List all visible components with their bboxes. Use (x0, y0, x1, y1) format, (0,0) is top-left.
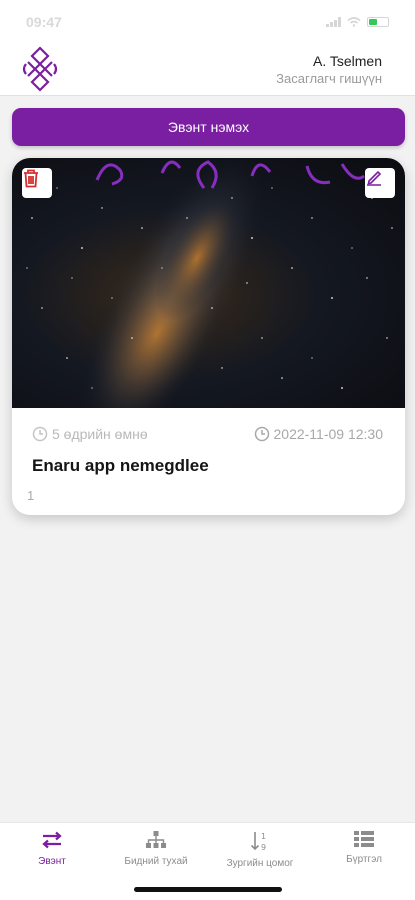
event-datetime-text: 2022-11-09 12:30 (273, 426, 384, 442)
status-indicators (326, 17, 389, 27)
sort-numeric-icon: 1 9 (250, 832, 266, 851)
endless-knot-logo-icon (22, 46, 58, 92)
event-meta: 5 өдрийн өмнө 2022-11-09 12:30 (12, 426, 405, 446)
user-role: Засаглагч гишүүн (276, 71, 382, 86)
tab-gallery[interactable]: 1 9 Зургийн цомог (208, 831, 312, 875)
svg-text:1: 1 (261, 832, 266, 841)
event-title: Enaru app nemegdlee (32, 456, 209, 475)
status-bar: 09:47 (0, 0, 415, 44)
tab-events-label: Эвэнт (38, 856, 66, 867)
event-card[interactable]: 5 өдрийн өмнө 2022-11-09 12:30 Enaru app… (12, 158, 405, 515)
delete-button[interactable] (22, 168, 52, 198)
org-chart-icon (146, 831, 166, 848)
home-indicator (134, 887, 282, 892)
pencil-icon (367, 170, 382, 186)
event-datetime: 2022-11-09 12:30 (254, 426, 384, 442)
relative-time: 5 өдрийн өмнө (32, 426, 148, 442)
app-header: A. Tselmen Засаглагч гишүүн (0, 44, 415, 96)
signal-icon (326, 17, 341, 27)
svg-text:9: 9 (261, 843, 266, 851)
clock-icon (32, 426, 48, 442)
swap-arrows-icon (42, 831, 62, 849)
status-time: 09:47 (26, 14, 62, 30)
tab-register[interactable]: Бүртгэл (312, 831, 415, 875)
user-name: A. Tselmen (313, 53, 382, 69)
tab-about-label: Бидний тухай (124, 856, 188, 867)
tab-gallery-label: Зургийн цомог (226, 858, 294, 869)
wifi-icon (347, 17, 361, 27)
add-event-button[interactable]: Эвэнт нэмэх (12, 108, 405, 146)
milky-way-illustration (26, 158, 393, 408)
relative-time-text: 5 өдрийн өмнө (52, 426, 148, 442)
clock-icon (254, 426, 269, 442)
user-info: A. Tselmen Засаглагч гишүүн (276, 52, 382, 88)
tab-register-label: Бүртгэл (346, 854, 382, 865)
tab-about[interactable]: Бидний тухай (104, 831, 208, 875)
trash-icon (24, 169, 38, 188)
edit-button[interactable] (365, 168, 395, 198)
event-image (12, 158, 405, 408)
tab-events[interactable]: Эвэнт (0, 831, 104, 875)
battery-icon (367, 17, 389, 27)
event-count: 1 (27, 488, 35, 503)
list-icon (354, 831, 374, 847)
